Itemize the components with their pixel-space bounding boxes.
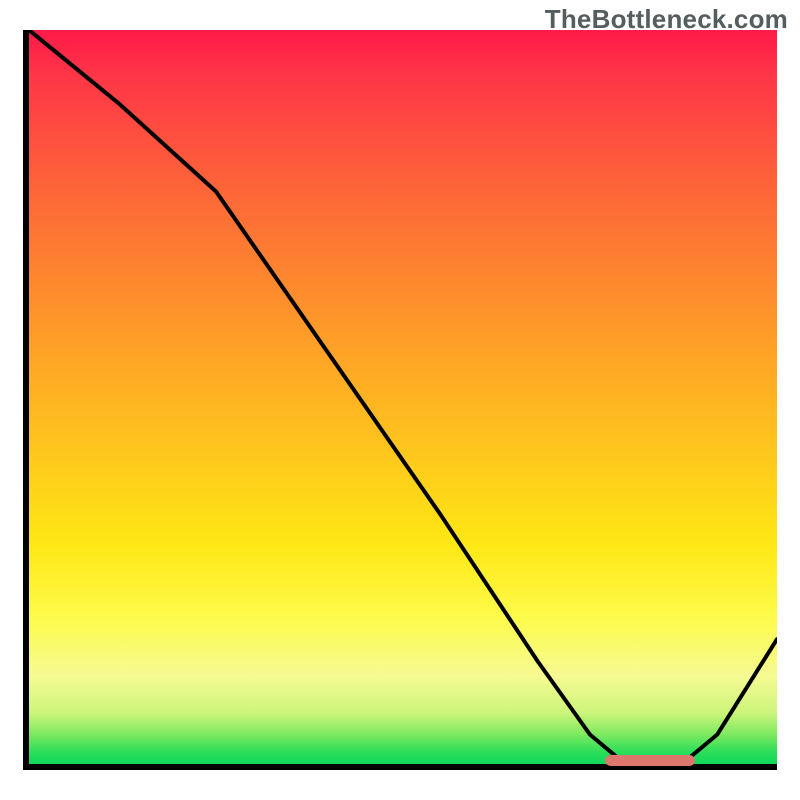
chart-stage: TheBottleneck.com: [0, 0, 800, 800]
bottleneck-curve: [29, 30, 777, 763]
optimal-range-marker: [605, 755, 695, 766]
plot-area: [23, 30, 777, 770]
curve-svg: [29, 30, 777, 764]
